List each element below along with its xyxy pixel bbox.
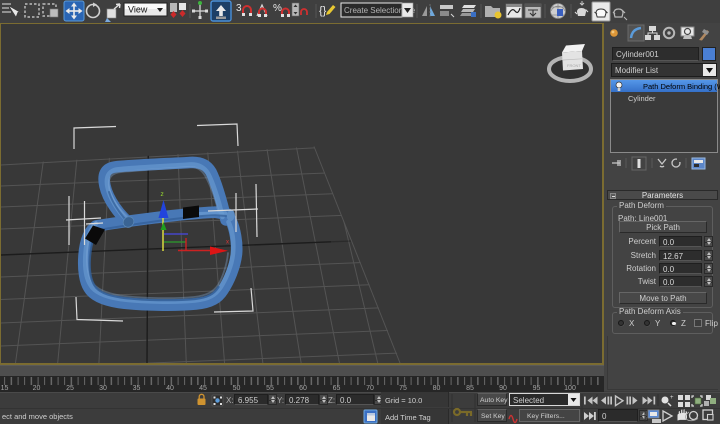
svg-text:z: z [161, 191, 164, 198]
svg-text:{}: {} [319, 5, 327, 17]
svg-text:+: + [670, 395, 674, 401]
svg-text:FRONT: FRONT [567, 63, 581, 68]
svg-text:%: % [273, 3, 282, 14]
svg-text:x: x [226, 240, 229, 246]
svg-text:View: View [128, 5, 148, 15]
svg-text:3: 3 [236, 3, 242, 14]
